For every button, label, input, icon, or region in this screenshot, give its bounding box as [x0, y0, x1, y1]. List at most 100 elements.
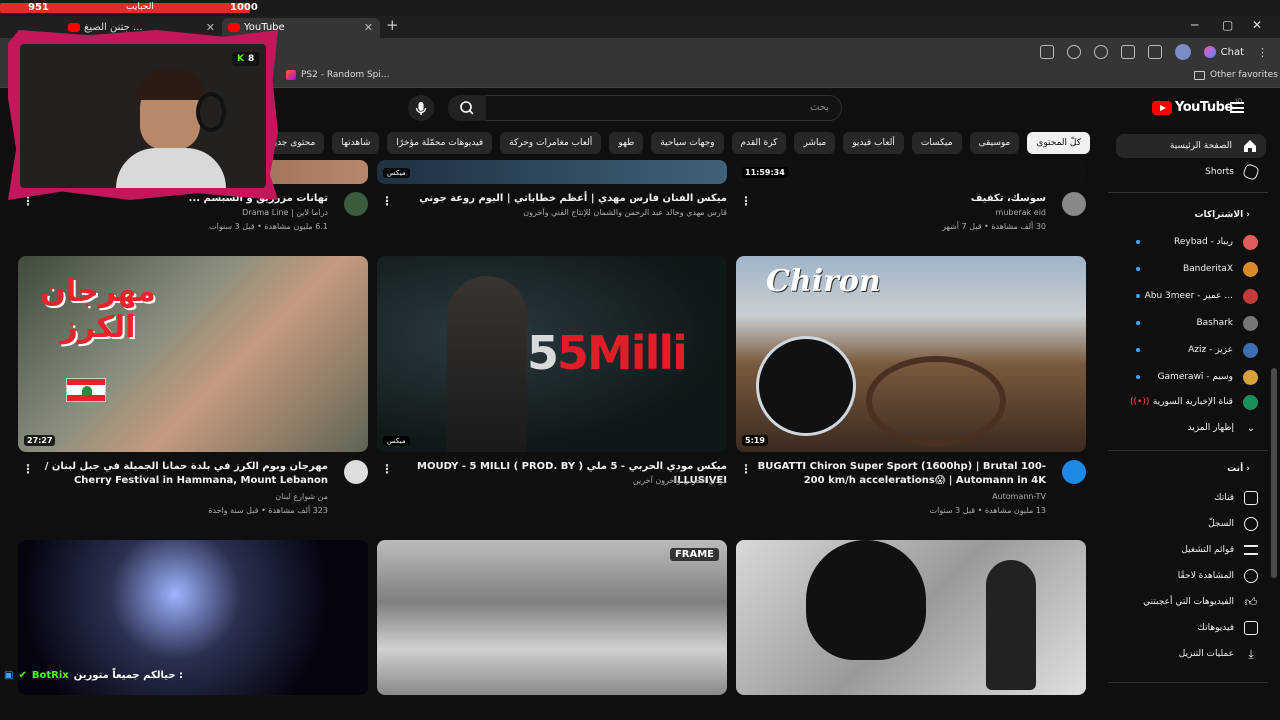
chat-button[interactable]: Chat: [1203, 46, 1244, 58]
sidebar-item-sub-2[interactable]: BanderitaX: [1116, 257, 1266, 281]
sidebar-item-label: قناة الإخبارية السورية: [1152, 397, 1233, 407]
hud-center-label: الحبايب: [126, 2, 154, 12]
headphones-icon: [196, 92, 226, 132]
video-title[interactable]: ميكس الفنان فارس مهدي | أعظم خطاباتي | ا…: [387, 192, 727, 206]
chip-recently-uploaded[interactable]: فيديوهات محمّلة مؤخرًا: [387, 132, 493, 154]
chip-video-games[interactable]: ألعاب فيديو: [843, 132, 904, 154]
sidebar-item-your-videos[interactable]: فيديوهاتك: [1116, 616, 1266, 640]
chip-football[interactable]: كرة القدم: [731, 132, 787, 154]
chip-cooking[interactable]: طهو: [609, 132, 644, 154]
video-card[interactable]: [736, 540, 1086, 695]
scrollbar-thumb[interactable]: [1271, 368, 1277, 578]
sidebar-item-sub-7[interactable]: ((•)) قناة الإخبارية السورية: [1116, 390, 1266, 414]
channel-avatar[interactable]: [344, 192, 368, 216]
video-card[interactable]: FRAME: [377, 540, 727, 695]
thumbnail-caption: Chiron: [766, 264, 881, 299]
sidebar-item-sub-3[interactable]: Abu 3meer - عمير ...: [1116, 284, 1266, 308]
extensions-icon[interactable]: [1039, 45, 1054, 59]
chat-username: BotRix: [31, 670, 69, 681]
filter-chips: كلّ المحتوى موسيقى ميكسات ألعاب فيديو مب…: [247, 132, 1090, 156]
youtube-logo[interactable]: YouTube JO: [1152, 98, 1242, 115]
video-card[interactable]: Chiron 5:19 ⋮ BUGATTI Chiron Super Sport…: [736, 256, 1086, 522]
webcam-feed: [20, 44, 266, 188]
sidebar-item-your-channel[interactable]: قناتك: [1116, 486, 1266, 510]
subscriptions-heading[interactable]: الاشتراكات ›: [1195, 210, 1251, 220]
live-icon: ((•)): [1130, 397, 1150, 407]
chip-live[interactable]: مباشر: [794, 132, 836, 154]
favorites-icon[interactable]: [1120, 45, 1135, 59]
star-icon[interactable]: [1066, 45, 1081, 59]
chip-action-adventure[interactable]: ألعاب مغامرات وحركة: [500, 132, 602, 154]
channel-name[interactable]: مودي الحربي وآخرون آخرين: [387, 476, 727, 485]
video-card[interactable]: 11:59:34 ⋮ سوسك، تكفيف muberak eid 30 أل…: [736, 160, 1086, 240]
chip-destinations[interactable]: وجهات سياحية: [651, 132, 724, 154]
collections-icon[interactable]: [1147, 45, 1162, 59]
video-title[interactable]: BUGATTI Chiron Super Sport (1600hp) | Br…: [746, 460, 1046, 488]
bookmark-ps2[interactable]: PS2 - Random Spi...: [286, 70, 389, 80]
video-card[interactable]: 55Milli ميكس ⋮ ميكس مودي الحربي - 5 ملي …: [377, 256, 727, 522]
video-thumbnail[interactable]: FRAME: [377, 540, 727, 695]
profile-avatar[interactable]: [1174, 44, 1191, 60]
close-icon[interactable]: ✕: [364, 18, 373, 38]
channel-avatar[interactable]: [1062, 460, 1086, 484]
video-thumbnail[interactable]: Chiron 5:19: [736, 256, 1086, 452]
chip-music[interactable]: موسيقى: [969, 132, 1020, 154]
sidebar-item-shorts[interactable]: Shorts: [1116, 160, 1266, 184]
video-thumbnail[interactable]: 11:59:34: [736, 160, 1086, 184]
page-scrollbar[interactable]: [1268, 88, 1280, 695]
close-icon[interactable]: ✕: [206, 18, 215, 38]
youtube-play-icon: [1152, 100, 1172, 115]
sidebar-item-home[interactable]: الصفحة الرئيسية: [1116, 134, 1266, 158]
menu-icon[interactable]: [1230, 102, 1244, 113]
sidebar-item-watch-later[interactable]: المشاهدة لاحقًا: [1116, 564, 1266, 588]
chip-mixes[interactable]: ميكسات: [911, 132, 962, 154]
window-close-icon[interactable]: ✕: [1252, 18, 1262, 32]
new-dot: [1136, 375, 1140, 379]
video-thumbnail[interactable]: 55Milli ميكس: [377, 256, 727, 452]
chip-all[interactable]: كلّ المحتوى: [1027, 132, 1090, 154]
voice-search-icon[interactable]: [408, 95, 434, 121]
channel-avatar[interactable]: [1062, 192, 1086, 216]
channel-name[interactable]: من شوارع لبنان: [28, 492, 328, 501]
channel-name[interactable]: فارس مهدي وخالد عبد الرحمن والشمان للإنت…: [387, 208, 727, 217]
youtube-wordmark: YouTube: [1175, 100, 1233, 115]
bookmark-other-favorites[interactable]: Other favorites: [1194, 70, 1278, 80]
video-thumbnail[interactable]: ميكس: [377, 160, 727, 184]
sidebar-item-sub-6[interactable]: Gamerawi - وسيم: [1116, 365, 1266, 389]
video-title[interactable]: مهرجان وبوم الكرز في بلدة حمانا الجميلة …: [28, 460, 328, 488]
channel-avatar[interactable]: [344, 460, 368, 484]
channel-name[interactable]: Automann-TV: [746, 492, 1046, 501]
sidebar-item-sub-4[interactable]: Bashark: [1116, 311, 1266, 335]
channel-name[interactable]: muberak eid: [746, 208, 1046, 217]
refresh-icon[interactable]: [1093, 45, 1108, 59]
sidebar-item-label: الصفحة الرئيسية: [1169, 141, 1232, 151]
sidebar-item-label: BanderitaX: [1182, 264, 1233, 274]
thumbnail-caption: 55Milli: [527, 326, 688, 380]
sidebar-item-playlists[interactable]: قوائم التشغيل: [1116, 538, 1266, 562]
sidebar-item-label: Gamerawi - وسيم: [1157, 372, 1233, 382]
video-thumbnail[interactable]: مهرجان الكرز 27:27: [18, 256, 368, 452]
video-title[interactable]: سوسك، تكفيف: [746, 192, 1046, 206]
sidebar-show-more[interactable]: إظهار المزيد ⌄: [1116, 416, 1266, 440]
minimize-icon[interactable]: ─: [1191, 18, 1198, 32]
new-tab-icon[interactable]: +: [386, 16, 399, 34]
channel-name[interactable]: دراما لاين | Drama Line: [28, 208, 328, 217]
bookmark-icon: [286, 70, 296, 80]
sidebar-item-label: الفيديوهات التي أعجبتني: [1143, 597, 1234, 607]
sidebar-item-sub-1[interactable]: Reybad - ريباد: [1116, 230, 1266, 254]
you-heading[interactable]: أنت ›: [1227, 464, 1250, 474]
sidebar-item-history[interactable]: السجلّ: [1116, 512, 1266, 536]
search-input[interactable]: بحث: [448, 95, 842, 121]
sidebar-item-downloads[interactable]: عمليات التنزيل ⤓: [1116, 642, 1266, 666]
more-icon[interactable]: ⋮: [1257, 46, 1268, 59]
hud-right-value: 1000: [230, 2, 258, 13]
video-card[interactable]: ميكس ⋮ ميكس الفنان فارس مهدي | أعظم خطاب…: [377, 160, 727, 240]
video-card[interactable]: مهرجان الكرز 27:27 ⋮ مهرجان وبوم الكرز ف…: [18, 256, 368, 522]
sidebar-item-sub-5[interactable]: Aziz - عزيز: [1116, 338, 1266, 362]
video-thumbnail[interactable]: [736, 540, 1086, 695]
search-button[interactable]: [448, 95, 486, 121]
maximize-icon[interactable]: ▢: [1222, 18, 1233, 32]
video-meta: 323 ألف مشاهدة • قبل سنة واحدة: [208, 506, 328, 515]
sidebar-item-liked[interactable]: الفيديوهات التي أعجبتني 👍︎: [1116, 590, 1266, 614]
chip-watched[interactable]: شاهدتها: [332, 132, 380, 154]
